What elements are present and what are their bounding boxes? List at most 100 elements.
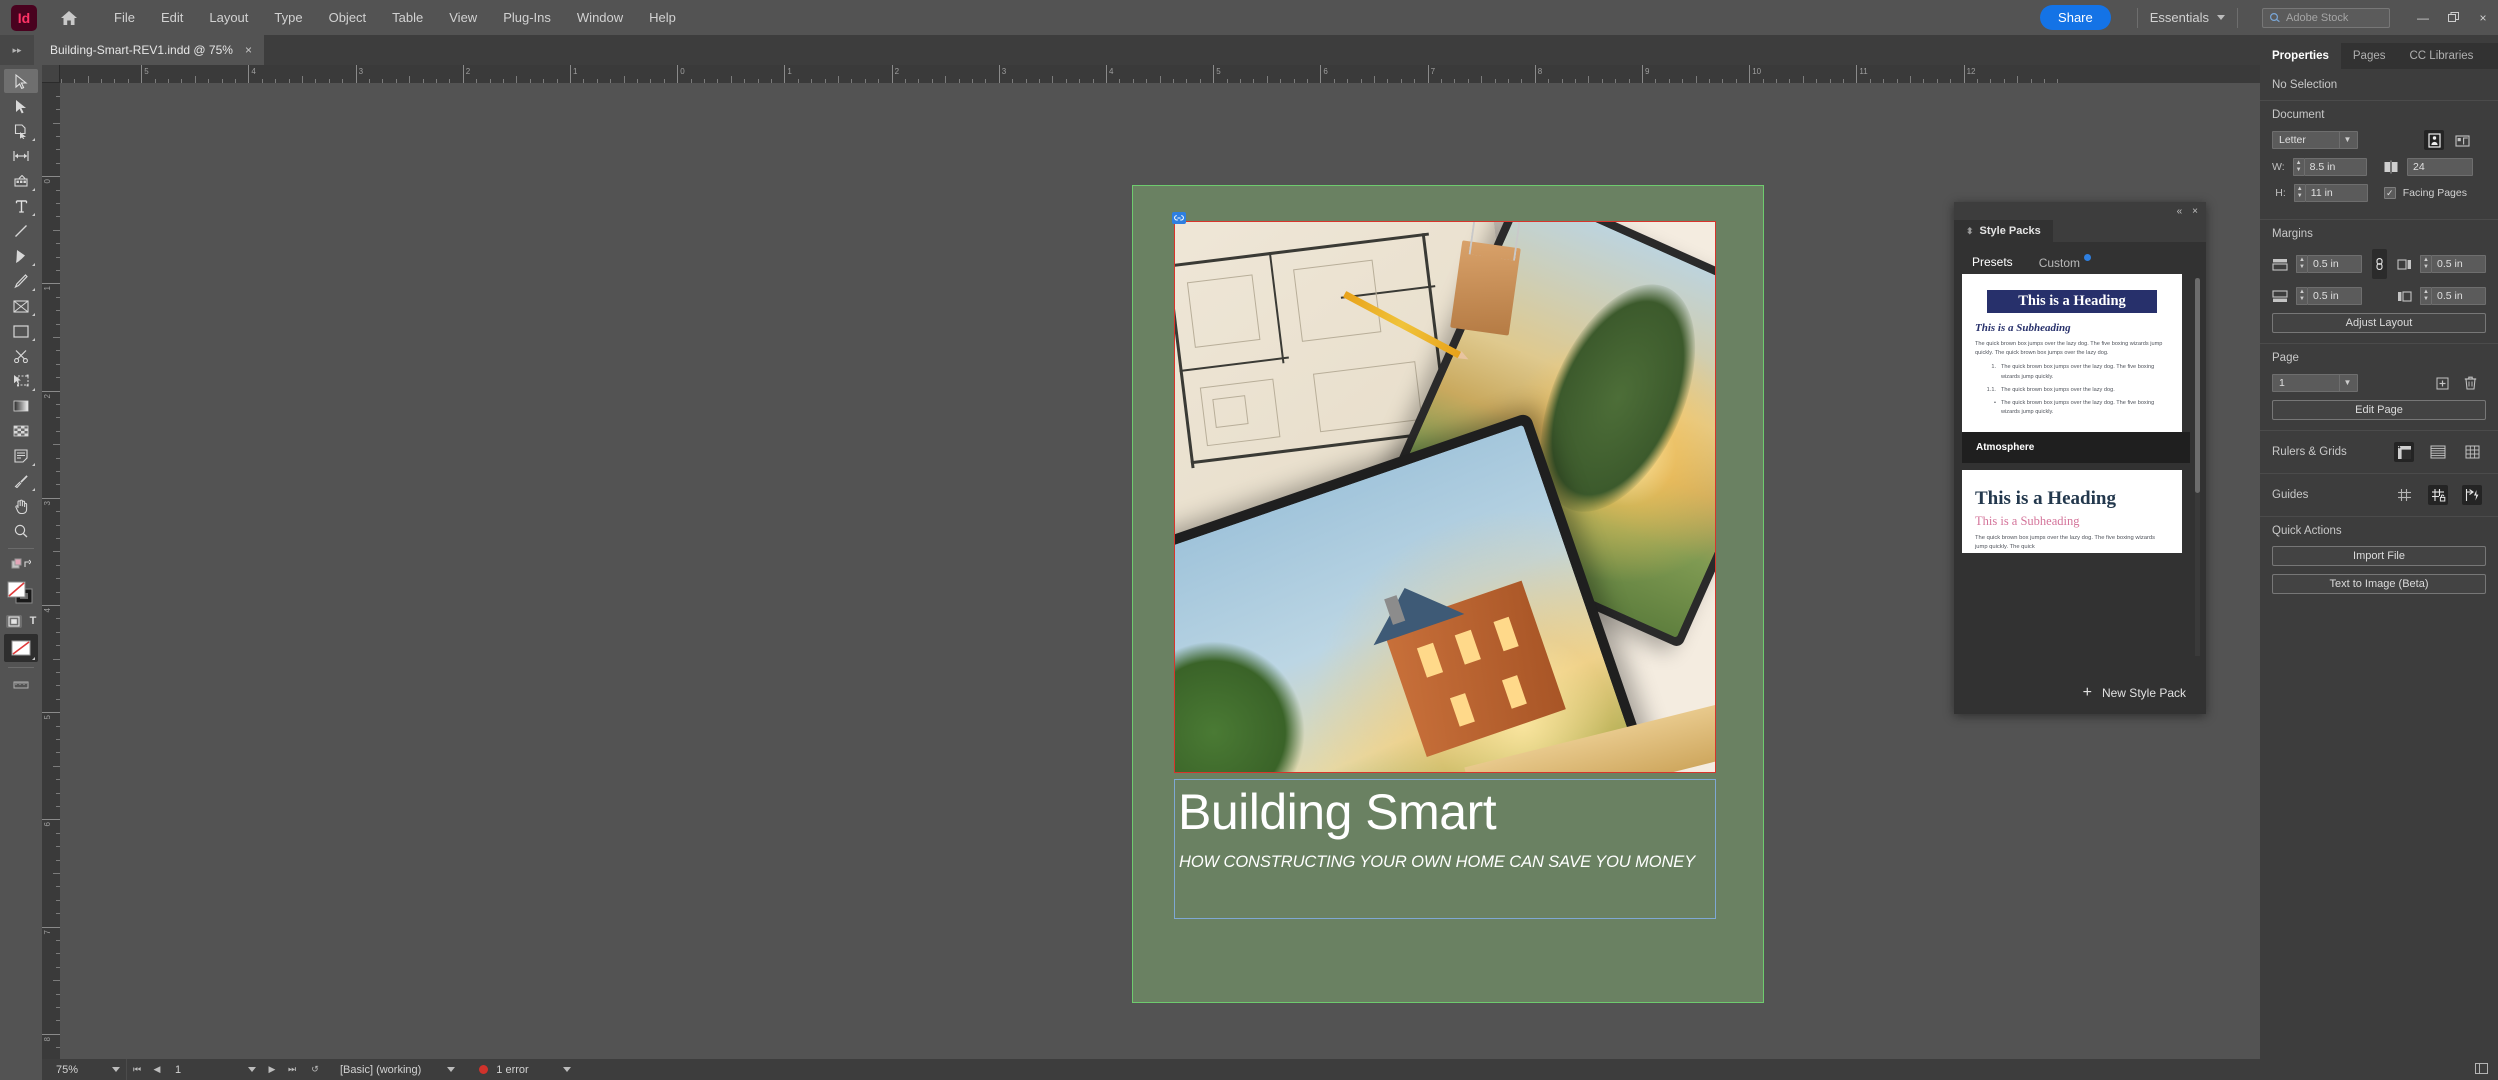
close-icon[interactable]: × xyxy=(245,43,252,57)
tab-style-packs[interactable]: ⬍ Style Packs xyxy=(1954,220,2053,242)
formatting-affects-container-icon[interactable] xyxy=(5,614,22,628)
collapse-icon[interactable]: « xyxy=(2177,206,2183,217)
content-collector-tool[interactable] xyxy=(4,169,38,193)
horizontal-ruler[interactable]: 6543210123456789101112 xyxy=(42,65,2260,83)
menu-item-object[interactable]: Object xyxy=(316,5,380,30)
document-canvas[interactable]: Building Smart HOW CONSTRUCTING YOUR OWN… xyxy=(60,83,2260,1063)
hand-tool[interactable] xyxy=(4,494,38,518)
style-packs-list[interactable]: This is a Heading This is a Subheading T… xyxy=(1962,274,2190,658)
style-packs-scrollbar[interactable] xyxy=(2195,278,2200,656)
menu-item-table[interactable]: Table xyxy=(379,5,436,30)
facing-pages-checkbox[interactable]: ✓ Facing Pages xyxy=(2383,187,2486,199)
menu-item-help[interactable]: Help xyxy=(636,5,689,30)
document-view-icon[interactable] xyxy=(2475,1061,2488,1079)
next-page-icon[interactable]: ▶ xyxy=(262,1064,282,1075)
expand-panels-icon[interactable]: ▸▸ xyxy=(0,35,34,65)
zoom-level-select[interactable]: 75% xyxy=(42,1059,127,1080)
ruler-origin-corner[interactable] xyxy=(42,65,60,83)
portrait-orientation-button[interactable] xyxy=(2424,130,2444,150)
vertical-ruler[interactable]: 101234567891011 xyxy=(42,83,60,1063)
adjust-layout-button[interactable]: Adjust Layout xyxy=(2272,313,2486,333)
margin-top-field[interactable]: 0.5 in xyxy=(2307,255,2362,273)
page-number-select[interactable]: 1 ▼ xyxy=(2272,374,2358,392)
home-icon[interactable] xyxy=(59,8,79,28)
gap-tool[interactable] xyxy=(4,144,38,168)
screen-mode-button[interactable] xyxy=(4,634,38,662)
menu-item-file[interactable]: File xyxy=(101,5,148,30)
close-icon[interactable]: × xyxy=(2192,206,2198,217)
note-tool[interactable] xyxy=(4,444,38,468)
share-button[interactable]: Share xyxy=(2040,5,2111,30)
page-tool[interactable] xyxy=(4,119,38,143)
smart-guides-icon[interactable] xyxy=(2462,485,2482,505)
show-rulers-icon[interactable] xyxy=(2394,442,2414,462)
show-guides-icon[interactable] xyxy=(2394,485,2414,505)
type-tool[interactable] xyxy=(4,194,38,218)
line-tool[interactable] xyxy=(4,219,38,243)
cover-subtitle[interactable]: HOW CONSTRUCTING YOUR OWN HOME CAN SAVE … xyxy=(1179,853,1719,872)
eyedropper-tool[interactable] xyxy=(4,469,38,493)
menu-item-view[interactable]: View xyxy=(436,5,490,30)
last-page-icon[interactable]: ⏭ xyxy=(282,1064,302,1075)
page-number-select[interactable]: 1 xyxy=(167,1064,262,1076)
apply-color-swap-icon[interactable] xyxy=(4,553,38,577)
previous-page-icon[interactable]: ◀ xyxy=(147,1064,167,1075)
pages-count-field[interactable]: 24 xyxy=(2407,158,2474,176)
style-packs-panel[interactable]: « × ⬍ Style Packs Presets Custom This is… xyxy=(1954,202,2206,714)
height-stepper[interactable]: ▲ ▼ xyxy=(2293,184,2305,202)
margin-bottom-stepper[interactable]: ▲ ▼ xyxy=(2296,287,2307,305)
menu-item-edit[interactable]: Edit xyxy=(148,5,196,30)
margin-left-stepper[interactable]: ▲ ▼ xyxy=(2420,287,2431,305)
gradient-feather-tool[interactable] xyxy=(4,419,38,443)
import-file-button[interactable]: Import File xyxy=(2272,546,2486,566)
style-pack-card[interactable]: This is a Heading This is a Subheading T… xyxy=(1962,274,2182,432)
margin-bottom-field[interactable]: 0.5 in xyxy=(2307,287,2362,305)
document-tab[interactable]: Building-Smart-REV1.indd @ 75% × xyxy=(34,35,264,65)
lock-guides-icon[interactable] xyxy=(2428,485,2448,505)
restore-button[interactable] xyxy=(2438,1,2468,35)
workspace-switcher[interactable]: Essentials xyxy=(2150,10,2225,25)
margin-right-stepper[interactable]: ▲ ▼ xyxy=(2420,255,2431,273)
selection-tool[interactable] xyxy=(4,69,38,93)
formatting-affects-text-icon[interactable]: T xyxy=(30,615,37,627)
link-margins-toggle[interactable] xyxy=(2372,249,2387,279)
menu-item-window[interactable]: Window xyxy=(564,5,636,30)
fill-and-stroke-swatches[interactable] xyxy=(4,578,38,608)
edit-page-button[interactable]: Edit Page xyxy=(2272,400,2486,420)
menu-item-plugins[interactable]: Plug-Ins xyxy=(490,5,564,30)
menu-item-type[interactable]: Type xyxy=(261,5,315,30)
linked-content-icon[interactable] xyxy=(1172,212,1186,224)
margin-left-field[interactable]: 0.5 in xyxy=(2431,287,2486,305)
cover-image-frame[interactable] xyxy=(1174,221,1716,773)
margin-right-field[interactable]: 0.5 in xyxy=(2431,255,2486,273)
zoom-tool[interactable] xyxy=(4,519,38,543)
free-transform-tool[interactable] xyxy=(4,369,38,393)
baseline-grid-icon[interactable] xyxy=(2428,442,2448,462)
gradient-swatch-tool[interactable] xyxy=(4,394,38,418)
add-page-icon[interactable] xyxy=(2432,373,2452,393)
width-field[interactable]: 8.5 in xyxy=(2303,158,2367,176)
rectangle-tool[interactable] xyxy=(4,319,38,343)
scissors-tool[interactable] xyxy=(4,344,38,368)
delete-page-icon[interactable] xyxy=(2460,373,2480,393)
cover-title[interactable]: Building Smart xyxy=(1178,783,1718,841)
page-size-select[interactable]: Letter ▼ xyxy=(2272,131,2358,149)
view-options-icon[interactable] xyxy=(4,672,38,696)
margin-top-stepper[interactable]: ▲ ▼ xyxy=(2296,255,2307,273)
text-to-image-button[interactable]: Text to Image (Beta) xyxy=(2272,574,2486,594)
close-button[interactable]: × xyxy=(2468,1,2498,35)
adobe-stock-search[interactable]: Adobe Stock xyxy=(2262,7,2390,28)
width-stepper[interactable]: ▲ ▼ xyxy=(2292,158,2304,176)
pencil-tool[interactable] xyxy=(4,269,38,293)
landscape-orientation-button[interactable] xyxy=(2452,130,2472,150)
tab-pages[interactable]: Pages xyxy=(2341,43,2398,69)
document-grid-icon[interactable] xyxy=(2462,442,2482,462)
direct-selection-tool[interactable] xyxy=(4,94,38,118)
height-field[interactable]: 11 in xyxy=(2304,184,2368,202)
first-page-icon[interactable]: ⏮ xyxy=(127,1064,147,1075)
preflight-profile-select[interactable]: [Basic] (working) xyxy=(328,1064,467,1076)
preflight-error-status[interactable]: 1 error xyxy=(467,1064,582,1076)
page-transitions-icon[interactable]: ↺ xyxy=(302,1064,328,1075)
new-style-pack-button[interactable]: + New Style Pack xyxy=(2075,680,2194,706)
minimize-button[interactable]: — xyxy=(2408,1,2438,35)
